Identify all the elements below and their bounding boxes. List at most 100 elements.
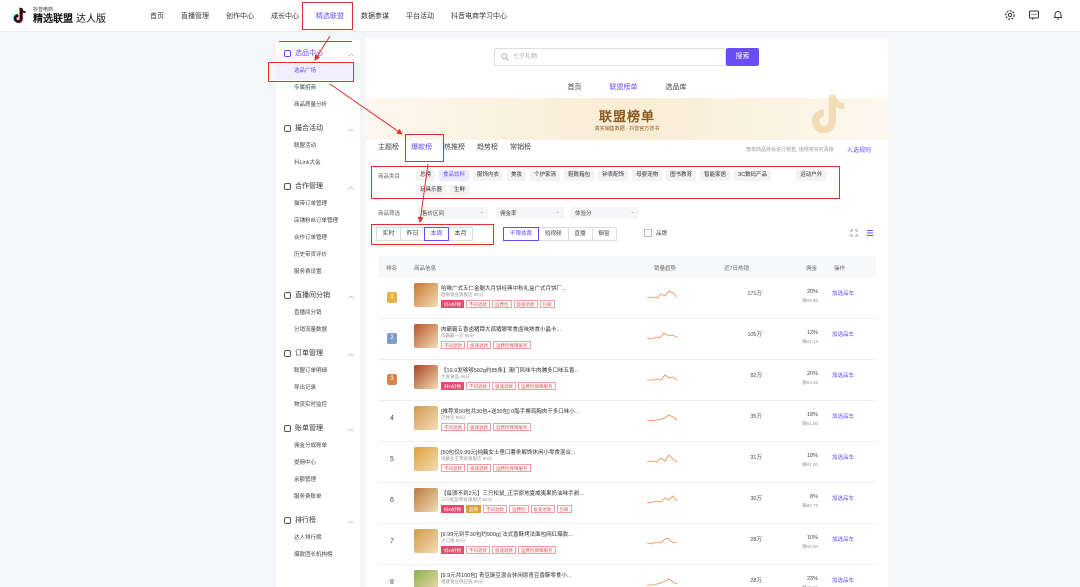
sidebar-item[interactable]: 专属招商 (276, 80, 360, 97)
add-to-cart-link[interactable]: 加选品车 (832, 494, 854, 502)
tab-hot-push[interactable]: 热推榜 (444, 142, 465, 158)
product-name[interactable]: [9.9元共100包] 青豆豌豆混合休闲原青豆香酥零食小... (441, 571, 591, 579)
message-icon[interactable] (1028, 9, 1040, 21)
search-input[interactable]: 七夕礼物 (494, 48, 726, 66)
table-row[interactable]: 3 【19.9发够够502g约85条】澳门风味牛肉脯多口味五香... 大发食品 96… (378, 360, 876, 401)
product-tag: 不同退款 (441, 464, 465, 472)
sidebar-item[interactable]: 历史带货评价 (276, 247, 360, 264)
app-logo[interactable]: 抖音电商 精选联盟 达人版 (12, 5, 106, 27)
add-to-cart-link[interactable]: 加选品车 (832, 576, 854, 584)
col-commission: 佣金 (806, 266, 818, 272)
table-row[interactable]: 1 哈啾广式五仁金腿大月饼经典中秋礼盒广式月饼厂... 哈啾食品旗舰店 96分 抖in… (378, 278, 876, 319)
table-row[interactable]: 6 【每颁不到2元】三只松鼠_正宗原地夏威夷果奶油味手剥... 三只松鼠零食旗舰店 … (378, 483, 876, 524)
product-name[interactable]: 【每颁不到2元】三只松鼠_正宗原地夏威夷果奶油味手剥... (441, 489, 591, 497)
sidebar-group-header[interactable]: 合作管理 ︿ (276, 176, 360, 196)
tab-steady[interactable]: 常销榜 (510, 142, 531, 158)
sidebar-item[interactable]: 店铺粉丝订单管理 (276, 213, 360, 230)
nav-create[interactable]: 创作中心 (226, 11, 254, 21)
sidebar-group-header[interactable]: 账单管理 ︿ (276, 418, 360, 438)
sidebar-item[interactable]: 服务费设置 (276, 264, 360, 281)
product-name[interactable]: 【19.9发够够502g约85条】澳门风味牛肉脯多口味五香... (441, 366, 591, 374)
trophy-icon (284, 516, 291, 524)
table-row[interactable]: 5 [50包仅9.99元]纯藕女士里口薯条解馋休闲小零食混合... 纯藕女王零食旗舰… (378, 442, 876, 483)
table-row[interactable]: 4 [推荐发60包共30包+送30包] 0脂手撕鸡胸肉干多口味小... 巴林签 90… (378, 401, 876, 442)
search-button[interactable]: 搜索 (726, 48, 759, 66)
nav-home[interactable]: 首页 (150, 11, 164, 21)
product-name[interactable]: 肉霸霸五香卤猪蹄大孤猪脚零食卤味熟食小晶卡... (441, 325, 591, 333)
sidebar-item[interactable]: 猫带订单管理 (276, 196, 360, 213)
commission-rate: 20% (806, 289, 818, 295)
weekly-sales: 28万 (750, 537, 762, 543)
commission-select[interactable]: 佣金率 ⌄ (496, 207, 564, 219)
sidebar-item[interactable]: 佣金分成账单 (276, 438, 360, 455)
tab-theme[interactable]: 主题榜 (378, 142, 399, 158)
sidebar-group-header[interactable]: 订单管理 ︿ (276, 343, 360, 363)
douyin-logo-icon (13, 7, 26, 24)
sidebar-item[interactable]: 余额管理 (276, 472, 360, 489)
add-to-cart-link[interactable]: 加选品车 (832, 453, 854, 461)
nav-live[interactable]: 直播管理 (181, 11, 209, 21)
product-name[interactable]: [50包仅9.99元]纯藕女士里口薯条解馋休闲小零食混合... (441, 448, 591, 456)
sidebar-highlight-header (279, 41, 352, 61)
sidebar-item[interactable]: 导出记录 (276, 380, 360, 397)
chevron-up-icon: ︿ (347, 427, 354, 433)
rules-link[interactable]: 入选规则 (847, 145, 871, 154)
experience-score-select[interactable]: 体验分 ⌄ (571, 207, 639, 219)
sidebar-item[interactable]: 联盟活动 (276, 138, 360, 155)
price-range-select[interactable]: 售价区间 ⌄ (418, 207, 488, 219)
sidebar-group-header[interactable]: 直播间分销 ︿ (276, 285, 360, 305)
add-to-cart-link[interactable]: 加选品车 (832, 330, 854, 338)
sidebar-group-live-distribution: 直播间分销 ︿ 直播间分销 分销流量数据 (276, 285, 360, 339)
sidebar-item[interactable]: 服务费账单 (276, 489, 360, 506)
table-row[interactable]: 2 肉霸霸五香卤猪蹄大孤猪脚零食卤味熟食小晶卡... 肉霸霸一店 96分 不同退款 极速… (378, 319, 876, 360)
sidebar-item[interactable]: 合作订单管理 (276, 230, 360, 247)
sidebar-item[interactable]: 物流实时监控 (276, 397, 360, 414)
add-to-cart-link[interactable]: 加选品车 (832, 371, 854, 379)
product-thumbnail[interactable] (414, 529, 438, 553)
product-thumbnail[interactable] (414, 488, 438, 512)
product-thumbnail[interactable] (414, 406, 438, 430)
product-thumbnail[interactable] (414, 365, 438, 389)
content-live-button[interactable]: 直播 (567, 227, 593, 241)
sidebar-item[interactable]: 联盟订单明细 (276, 363, 360, 380)
product-thumbnail[interactable] (414, 324, 438, 348)
bell-icon[interactable] (1052, 9, 1064, 21)
gear-icon[interactable] (1004, 9, 1016, 21)
product-name[interactable]: [9.99元到手30包约900g] 法式香酥烤法面包网红爆款... (441, 530, 591, 538)
product-name[interactable]: [推荐发60包共30包+送30包] 0脂手撕鸡胸肉干多口味小... (441, 407, 591, 415)
product-thumbnail[interactable] (414, 447, 438, 471)
sidebar-item[interactable]: 直播间分销 (276, 305, 360, 322)
content-video-button[interactable]: 短视频 (538, 227, 569, 241)
product-name[interactable]: 哈啾广式五仁金腿大月饼经典中秋礼盒广式月饼厂... (441, 284, 591, 292)
subtab-library[interactable]: 选品库 (666, 82, 687, 98)
nav-data[interactable]: 数据参谋 (361, 11, 389, 21)
subtab-home[interactable]: 首页 (568, 82, 582, 98)
nav-growth[interactable]: 成长中心 (271, 11, 299, 21)
table-row[interactable]: 8 [9.9元共100包] 青豆豌豆混合休闲原青豆香酥零食小... 福建青豆供应链 … (378, 565, 876, 587)
product-thumbnail[interactable] (414, 570, 438, 587)
sidebar-group-cooperation: 合作管理 ︿ 猫带订单管理 店铺粉丝订单管理 合作订单管理 历史带货评价 服务费设… (276, 176, 360, 281)
sidebar-item[interactable]: 分销流量数据 (276, 322, 360, 339)
brand-checkbox[interactable] (644, 229, 652, 237)
table-row[interactable]: 7 [9.99元到手30包约900g] 法式香酥烤法面包网红爆款... 大口福 92… (378, 524, 876, 565)
product-thumbnail[interactable] (414, 283, 438, 307)
add-to-cart-link[interactable]: 加选品车 (832, 535, 854, 543)
sidebar-item[interactable]: 提佣中心 (276, 455, 360, 472)
sidebar-group-header[interactable]: 撮合活动 ︿ (276, 118, 360, 138)
sidebar-group-header[interactable]: 排行榜 ︿ (276, 510, 360, 530)
list-view-icon[interactable] (866, 229, 874, 237)
content-window-button[interactable]: 橱窗 (591, 227, 617, 241)
subtab-ranking[interactable]: 联盟榜单 (609, 82, 638, 101)
add-to-cart-link[interactable]: 加选品车 (832, 289, 854, 297)
tab-trend[interactable]: 趋势榜 (477, 142, 498, 158)
sidebar-item[interactable]: 爆款团长机构榜 (276, 547, 360, 564)
nav-learning[interactable]: 抖音电商学习中心 (451, 11, 507, 21)
sidebar-item[interactable]: 抖Link大会 (276, 155, 360, 172)
content-all-button[interactable]: 不限体裁 (503, 227, 540, 241)
sidebar-item[interactable]: 商品质量分析 (276, 97, 360, 114)
grid-view-icon[interactable] (850, 229, 858, 237)
add-to-cart-link[interactable]: 加选品车 (832, 412, 854, 420)
top-navbar: 抖音电商 精选联盟 达人版 首页 直播管理 创作中心 成长中心 精选联盟 数据参谋… (0, 0, 1080, 32)
sidebar-item[interactable]: 达人排行榜 (276, 530, 360, 547)
nav-activity[interactable]: 平台活动 (406, 11, 434, 21)
